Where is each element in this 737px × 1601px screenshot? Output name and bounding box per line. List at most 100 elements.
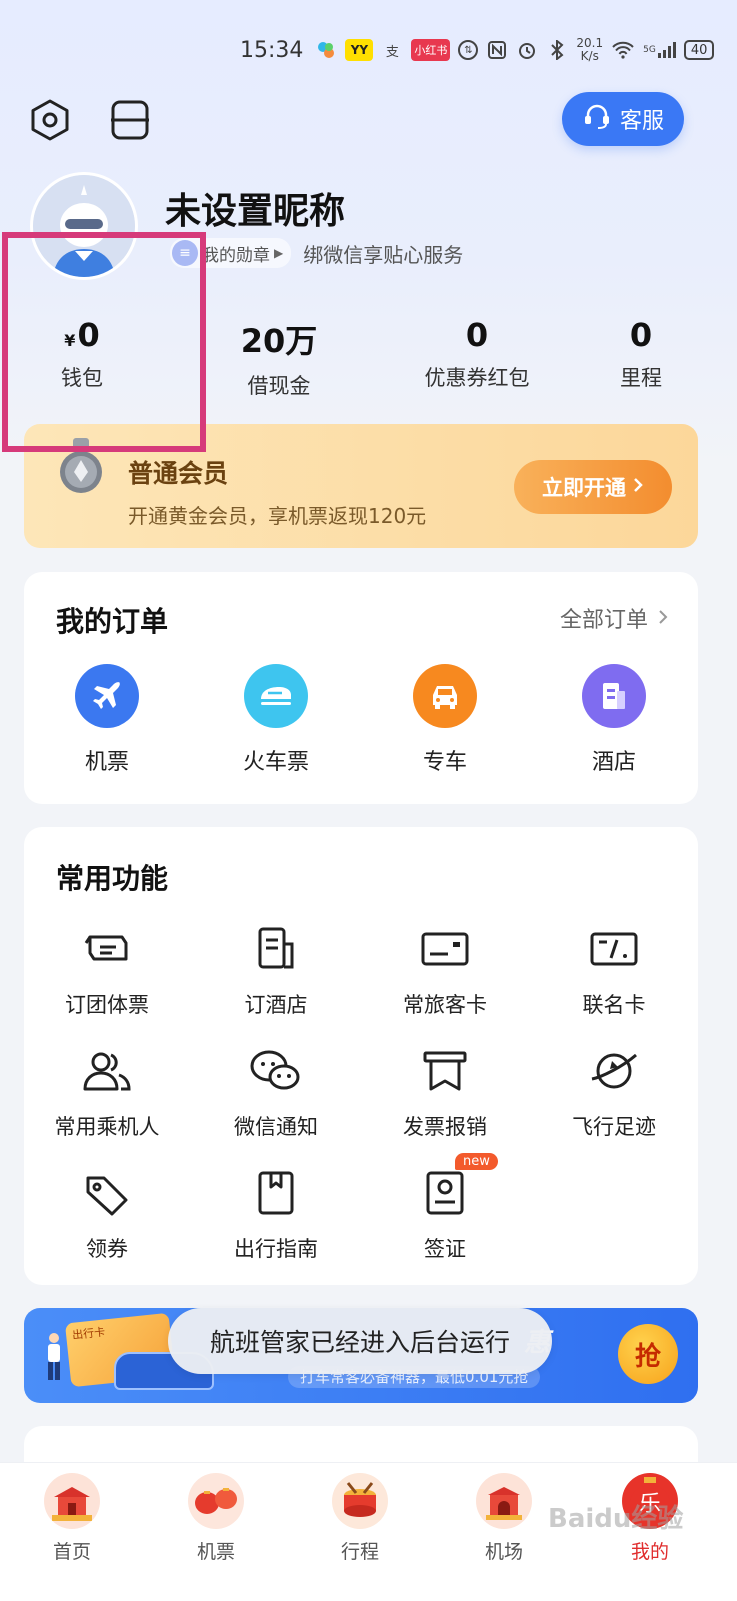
co-brand-card-icon [586,921,642,977]
status-bar: 15:34 YY 支 小红书 ⇅ 20.1 K/s 5G 40 [240,30,717,70]
group-ticket-icon [79,921,135,977]
travel-card-label: 出行卡 [71,1325,106,1342]
nav-flights[interactable]: 机票 [166,1473,266,1564]
function-label: 飞行足迹 [572,1115,656,1139]
member-desc: 开通黄金会员，享机票返现120元 [128,504,427,528]
battery-indicator: 40 [683,40,715,60]
badge-row: ≡ 我的勋章 ▶ 绑微信享贴心服务 [170,238,463,268]
order-train[interactable]: 火车票 [216,664,336,776]
tower-icon [476,1473,532,1529]
nav-home[interactable]: 首页 [22,1473,122,1564]
stat-mileage[interactable]: 0 里程 [604,316,678,392]
order-flight[interactable]: 机票 [47,664,167,776]
tuniu-app-icon [315,39,337,61]
chevron-right-icon [658,606,668,631]
visa-icon: new [417,1153,498,1221]
function-label: 出行指南 [234,1237,318,1261]
function-passengers[interactable]: 常用乘机人 [32,1043,182,1141]
order-label: 专车 [422,750,467,775]
my-orders-card: 我的订单 全部订单 机票 火车票 专车 酒店 [24,572,698,804]
person-illustration [42,1332,60,1382]
wifi-icon [611,39,635,61]
function-visa[interactable]: new 签证 [370,1153,520,1263]
coupons-value: 0 [465,316,489,354]
alarm-icon [516,39,538,61]
nickname[interactable]: 未设置昵称 [165,182,345,234]
bind-wechat-link[interactable]: 绑微信享贴心服务 [303,239,463,268]
signal-label: 5G [643,45,656,55]
bluetooth-icon [546,39,568,61]
background-running-toast: 航班管家已经进入后台运行 [168,1308,552,1374]
flight-footprint-icon [586,1043,642,1099]
function-co-brand-card[interactable]: 联名卡 [539,921,689,1019]
triangle-right-icon: ▶ [274,246,284,260]
drum-icon [332,1473,388,1529]
nav-label: 机场 [484,1541,523,1563]
orders-title: 我的订单 [56,605,169,638]
nav-itinerary[interactable]: 行程 [310,1473,410,1564]
customer-service-label: 客服 [619,109,664,134]
function-travel-guide[interactable]: 出行指南 [201,1165,351,1263]
functions-title: 常用功能 [56,862,169,895]
grab-button[interactable]: 抢 [618,1324,678,1384]
scan-icon[interactable] [108,98,152,142]
open-membership-button[interactable]: 立即开通 [514,460,672,514]
common-functions-card: 常用功能 订团体票 订酒店 常旅客卡 联名卡 常用乘机人 微信通知 发票报销 飞… [24,827,698,1285]
passengers-icon [79,1043,135,1099]
stat-cash-loan[interactable]: 20万 借现金 [224,316,334,400]
guide-book-icon [248,1165,304,1221]
data-saver-icon: ⇅ [458,40,479,60]
function-label: 微信通知 [234,1115,318,1139]
function-label: 常用乘机人 [54,1115,160,1139]
network-speed: 20.1 K/s [576,37,603,63]
function-group-ticket[interactable]: 订团体票 [32,921,182,1019]
frequent-flyer-card-icon [417,921,473,977]
function-invoice[interactable]: 发票报销 [370,1043,520,1141]
all-orders-label: 全部订单 [559,608,648,633]
medal-label: 我的勋章 [202,245,270,266]
nav-label: 首页 [52,1541,91,1563]
alipay-app-icon: 支 [385,44,399,60]
nav-label: 我的 [630,1541,669,1563]
mileage-value: 0 [629,316,653,354]
stat-coupons[interactable]: 0 优惠券红包 [412,316,542,392]
order-car[interactable]: 专车 [385,664,505,776]
stat-label: 里程 [620,366,662,390]
order-hotel[interactable]: 酒店 [554,664,674,776]
network-speed-unit: K/s [580,49,599,63]
new-badge: new [455,1153,498,1170]
function-frequent-flyer[interactable]: 常旅客卡 [370,921,520,1019]
order-label: 机票 [84,750,129,775]
customer-service-button[interactable]: 客服 [562,92,684,146]
train-icon [244,664,308,728]
stat-label: 优惠券红包 [424,366,530,390]
member-title: 普通会员 [128,459,229,488]
function-wechat-notice[interactable]: 微信通知 [201,1043,351,1141]
cell-signal-icon: 5G [643,39,676,61]
nav-label: 机票 [196,1541,235,1563]
headset-icon [582,101,612,137]
function-coupon[interactable]: 领券 [32,1165,182,1263]
function-label: 发票报销 [403,1115,487,1139]
settings-icon[interactable] [28,98,72,142]
xiaohongshu-app-icon: 小红书 [411,39,451,61]
nav-airport[interactable]: 机场 [454,1473,554,1564]
coupon-icon [79,1165,135,1221]
nfc-icon [486,39,508,61]
hotel-doc-icon [248,921,304,977]
nav-label: 行程 [340,1541,379,1563]
car-icon [413,664,477,728]
all-orders-link[interactable]: 全部订单 [560,602,668,634]
hotel-icon [582,664,646,728]
home-palace-icon [44,1473,100,1529]
order-label: 火车票 [242,750,309,775]
status-time: 15:34 [240,37,304,63]
function-book-hotel[interactable]: 订酒店 [201,921,351,1019]
function-label: 常旅客卡 [403,993,487,1017]
yy-app-icon: YY [345,39,374,61]
lanterns-icon [188,1473,244,1529]
function-flight-footprint[interactable]: 飞行足迹 [539,1043,689,1141]
wechat-icon [248,1043,304,1099]
stat-label: 借现金 [247,374,311,398]
function-label: 签证 [424,1237,466,1261]
